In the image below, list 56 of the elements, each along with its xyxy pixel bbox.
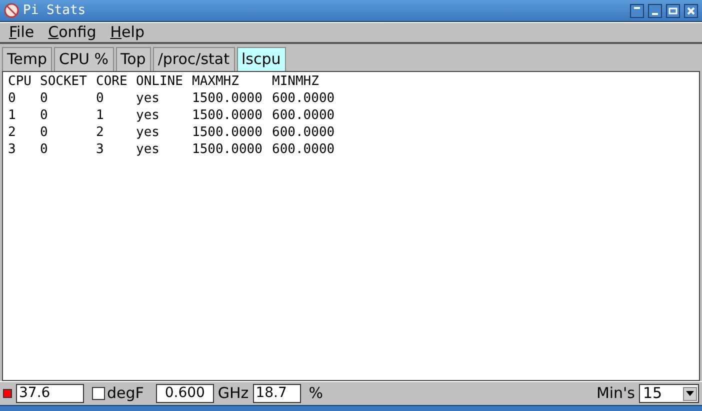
tab[interactable]: Top xyxy=(116,47,151,71)
table-cell-text: 600.0000 xyxy=(272,90,336,107)
menu-item[interactable]: Config xyxy=(43,21,102,44)
table-cell-text: 3 xyxy=(96,141,105,158)
tab[interactable]: /proc/stat xyxy=(152,47,234,71)
table-cell-text: 0 xyxy=(96,90,105,107)
frequency-field[interactable]: 0.600 xyxy=(156,384,214,403)
table-cell-text: 0 xyxy=(40,107,49,124)
column-header: MINMHZ xyxy=(272,73,320,90)
column-header: CPU xyxy=(8,73,32,90)
interval-dropdown[interactable]: 15 xyxy=(639,384,699,403)
temperature-field[interactable]: 37.6 xyxy=(16,384,84,403)
table-cell-text: 1 xyxy=(8,107,17,124)
app-icon xyxy=(4,3,19,18)
table-cell-text: 0 xyxy=(8,90,17,107)
table-cell-text: yes xyxy=(136,107,160,124)
percent-unit: % xyxy=(308,383,323,404)
table-cell-text: yes xyxy=(136,90,160,107)
table-cell-text: 3 xyxy=(8,141,17,158)
table-cell-text: 0 xyxy=(40,124,49,141)
column-header: MAXMHZ xyxy=(192,73,240,90)
interval-label: Min's xyxy=(596,383,635,404)
table-cell-text: 1500.0000 xyxy=(192,141,264,158)
window-title: Pi Stats xyxy=(23,2,86,20)
table-cell-text: 600.0000 xyxy=(272,107,336,124)
minimize-icon xyxy=(652,12,658,14)
table-cell-text: 1500.0000 xyxy=(192,107,264,124)
menu-item[interactable]: File xyxy=(4,21,40,44)
table-cell-text: 600.0000 xyxy=(272,124,336,141)
table-cell-text: 0 xyxy=(40,141,49,158)
close-icon xyxy=(686,6,696,16)
shade-button[interactable] xyxy=(630,4,644,18)
table-cell-text: 1500.0000 xyxy=(192,90,264,107)
tab[interactable]: lscpu xyxy=(236,47,286,71)
tab[interactable]: CPU % xyxy=(54,47,114,71)
tab[interactable]: Temp xyxy=(2,47,52,71)
table-cell-text: 2 xyxy=(96,124,105,141)
table-cell-text: 600.0000 xyxy=(272,141,336,158)
minimize-button[interactable] xyxy=(648,4,662,18)
close-button[interactable] xyxy=(684,4,698,18)
maximize-button[interactable] xyxy=(666,4,680,18)
degf-label: degF xyxy=(107,383,144,404)
menu-item[interactable]: Help xyxy=(105,21,150,44)
table-cell-text: yes xyxy=(136,124,160,141)
column-header: CORE xyxy=(96,73,128,90)
cpu-percent-field[interactable]: 18.7 xyxy=(252,384,301,403)
table-cell-text: yes xyxy=(136,141,160,158)
table-cell-text: 0 xyxy=(40,90,49,107)
maximize-icon xyxy=(668,6,678,16)
frequency-unit: GHz xyxy=(218,383,249,404)
degf-checkbox[interactable] xyxy=(92,387,105,400)
table-cell-text: 1500.0000 xyxy=(192,124,264,141)
table-cell-text: 2 xyxy=(8,124,17,141)
table-cell-text: 1 xyxy=(96,107,105,124)
column-header: ONLINE xyxy=(136,73,184,90)
column-header: SOCKET xyxy=(40,73,88,90)
